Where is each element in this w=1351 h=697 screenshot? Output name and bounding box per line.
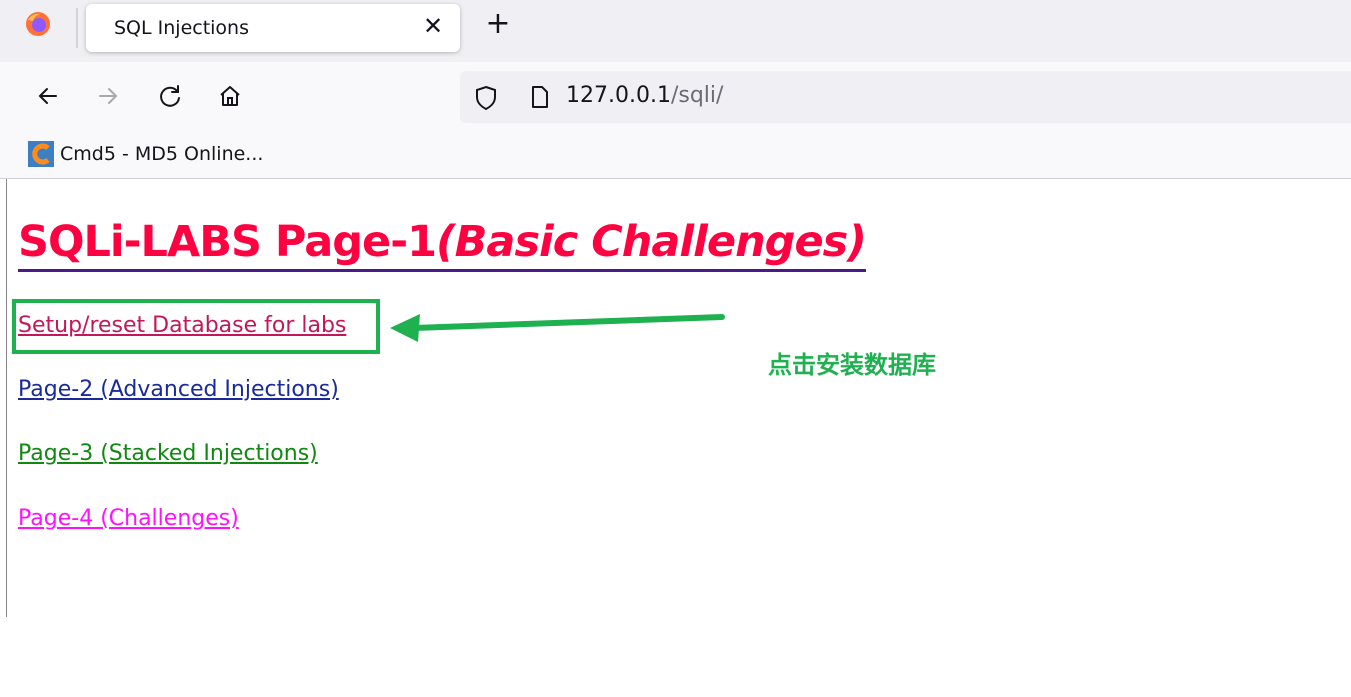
content-left-edge [6, 179, 7, 617]
annotation-text: 点击安装数据库 [768, 351, 936, 379]
forward-arrow-icon[interactable] [90, 78, 126, 114]
plus-icon[interactable]: + [482, 9, 514, 41]
tab-title: SQL Injections [114, 17, 249, 39]
annotation-arrow-icon [390, 314, 725, 342]
cmd5-favicon-icon [28, 141, 54, 167]
url-path: /sqli/ [670, 83, 724, 108]
page-title[interactable]: SQLi-LABS Page-1(Basic Challenges) [18, 216, 867, 272]
page-4-link[interactable]: Page-4 (Challenges) [18, 506, 239, 531]
tab-separator [76, 8, 78, 48]
shield-icon[interactable] [474, 85, 498, 111]
reload-icon[interactable] [152, 78, 188, 114]
url-host: 127.0.0.1 [566, 83, 671, 108]
page-2-link[interactable]: Page-2 (Advanced Injections) [18, 377, 339, 402]
page-title-sub: (Basic Challenges) [436, 217, 867, 267]
firefox-logo-icon[interactable] [24, 10, 52, 38]
page-icon[interactable] [530, 85, 550, 109]
tab-strip: SQL Injections ✕ + [0, 0, 1351, 62]
page-3-link[interactable]: Page-3 (Stacked Injections) [18, 441, 318, 466]
bookmarks-toolbar: Cmd5 - MD5 Online... [0, 132, 1351, 179]
close-icon[interactable]: ✕ [420, 13, 446, 39]
page-title-main: SQLi-LABS Page-1 [18, 217, 437, 267]
back-arrow-icon[interactable] [30, 78, 66, 114]
address-bar[interactable]: 127.0.0.1/sqli/ [460, 71, 1351, 123]
bookmark-cmd5[interactable]: Cmd5 - MD5 Online... [60, 143, 263, 165]
annotation-highlight-box [12, 299, 380, 354]
home-icon[interactable] [212, 78, 248, 114]
active-tab[interactable]: SQL Injections ✕ [86, 4, 460, 52]
navigation-toolbar: 127.0.0.1/sqli/ [0, 62, 1351, 132]
url-text[interactable]: 127.0.0.1/sqli/ [566, 83, 723, 108]
